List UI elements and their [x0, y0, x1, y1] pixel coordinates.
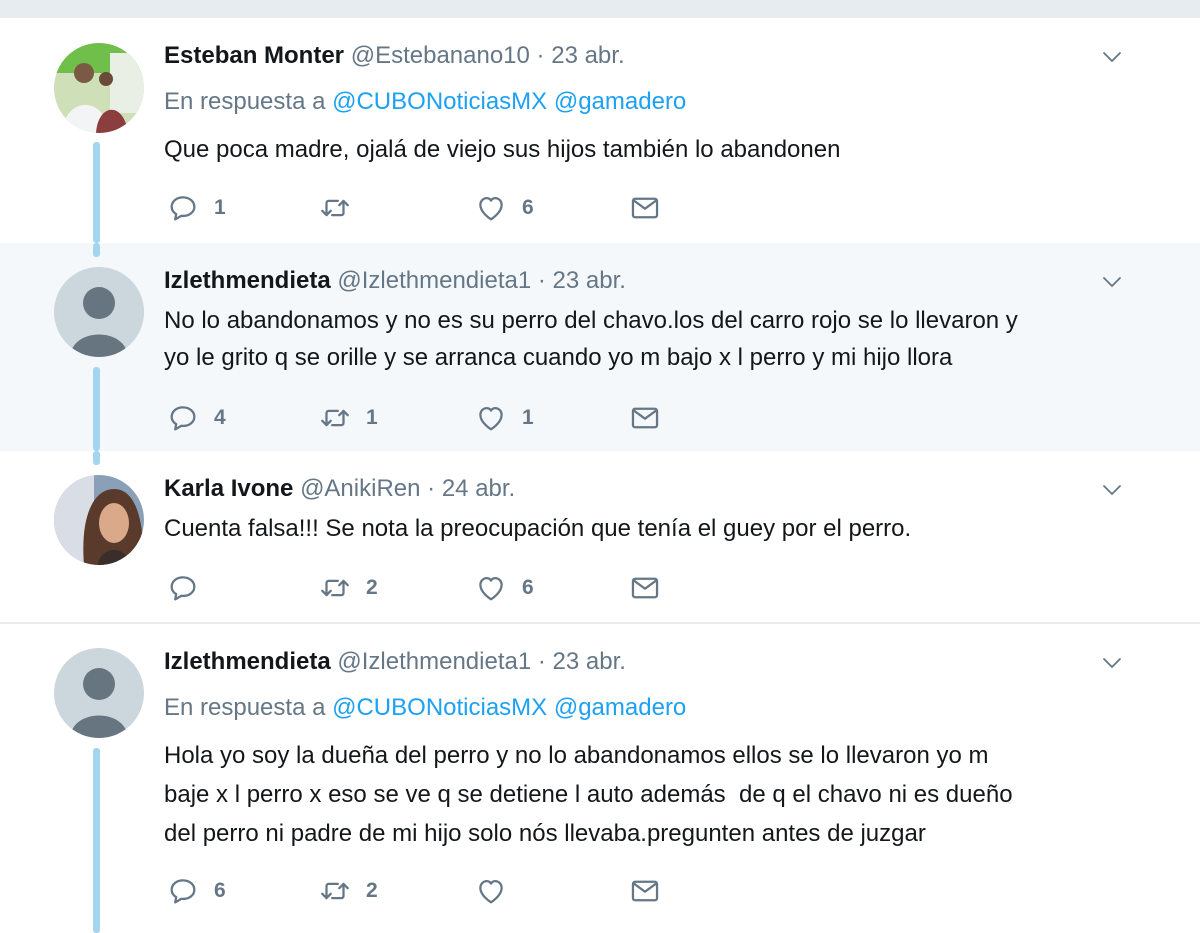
tweet-actions: 4 1 1 [164, 400, 684, 436]
tweet-header: Esteban Monter @Estebanano10 · 23 abr. [164, 42, 625, 70]
thread-connector [93, 451, 100, 465]
tweet-text: Hola yo soy la dueña del perro y no lo a… [164, 742, 1013, 847]
avatar[interactable] [54, 475, 144, 565]
heart-icon [474, 191, 508, 225]
avatar[interactable] [54, 43, 144, 133]
thread-connector [93, 748, 100, 933]
mention-link[interactable]: @CUBONoticiasMX [332, 694, 547, 721]
avatar[interactable] [54, 267, 144, 357]
reply-count: 1 [214, 196, 226, 219]
tweet-actions: 2 6 [164, 570, 684, 606]
envelope-icon [628, 571, 662, 605]
direct-message-button[interactable] [628, 400, 662, 436]
tweet-header: Karla Ivone @AnikiRen · 24 abr. [164, 475, 515, 503]
tweet-header: Izlethmendieta @Izlethmendieta1 · 23 abr… [164, 648, 626, 676]
reply-button[interactable]: 6 [166, 873, 226, 909]
heart-icon [474, 571, 508, 605]
separator: · [536, 42, 545, 69]
tweet-3[interactable]: Karla Ivone @AnikiRen · 24 abr. Cuenta f… [0, 451, 1200, 622]
avatar[interactable] [54, 648, 144, 738]
mention-link[interactable]: @gamadero [554, 88, 686, 115]
default-avatar-icon [54, 267, 144, 357]
thread-connector [93, 142, 100, 243]
mention-link[interactable]: @CUBONoticiasMX [332, 88, 547, 115]
author-handle[interactable]: @AnikiRen [300, 475, 420, 502]
tweet-2[interactable]: Izlethmendieta @Izlethmendieta1 · 23 abr… [0, 243, 1200, 451]
like-button[interactable]: 1 [474, 400, 534, 436]
retweet-icon [318, 874, 352, 908]
chevron-down-icon[interactable] [1100, 651, 1124, 675]
retweet-icon [318, 191, 352, 225]
envelope-icon [628, 401, 662, 435]
tweet-actions: 1 6 [164, 190, 684, 226]
like-count: 1 [522, 406, 534, 429]
direct-message-button[interactable] [628, 873, 662, 909]
mention-link[interactable]: @gamadero [554, 694, 686, 721]
thread-connector [93, 367, 100, 451]
retweet-count: 1 [366, 406, 378, 429]
tweet-text: Que poca madre, ojalá de viejo sus hijos… [164, 136, 841, 163]
retweet-button[interactable] [318, 190, 366, 226]
reply-button[interactable]: 1 [166, 190, 226, 226]
reply-button[interactable]: 4 [166, 400, 226, 436]
reply-context: En respuesta a @CUBONoticiasMX @gamadero [164, 694, 686, 722]
author-name[interactable]: Izlethmendieta [164, 267, 331, 294]
reply-button[interactable] [166, 570, 214, 606]
envelope-icon [628, 191, 662, 225]
reply-context: En respuesta a @CUBONoticiasMX @gamadero [164, 88, 686, 116]
reply-bubble-icon [166, 571, 200, 605]
reply-bubble-icon [166, 874, 200, 908]
retweet-button[interactable]: 2 [318, 873, 378, 909]
tweet-1[interactable]: Esteban Monter @Estebanano10 · 23 abr. E… [0, 18, 1200, 243]
thread-connector [93, 243, 100, 257]
reply-count: 4 [214, 406, 226, 429]
retweet-button[interactable]: 2 [318, 570, 378, 606]
chevron-down-icon[interactable] [1100, 45, 1124, 69]
tweet-actions: 6 2 [164, 873, 684, 909]
tweet-date[interactable]: 23 abr. [551, 42, 624, 69]
reply-prefix: En respuesta a [164, 694, 326, 721]
author-handle[interactable]: @Izlethmendieta1 [337, 648, 531, 675]
like-count: 6 [522, 576, 534, 599]
like-button[interactable] [474, 873, 522, 909]
like-count: 6 [522, 196, 534, 219]
tweet-date[interactable]: 24 abr. [442, 475, 515, 502]
reply-bubble-icon [166, 401, 200, 435]
tweet-date[interactable]: 23 abr. [553, 648, 626, 675]
like-button[interactable]: 6 [474, 570, 534, 606]
reply-prefix: En respuesta a [164, 88, 326, 115]
retweet-icon [318, 401, 352, 435]
heart-icon [474, 401, 508, 435]
reply-bubble-icon [166, 191, 200, 225]
author-name[interactable]: Izlethmendieta [164, 648, 331, 675]
top-strip [0, 0, 1200, 18]
retweet-icon [318, 571, 352, 605]
author-handle[interactable]: @Estebanano10 [351, 42, 530, 69]
author-name[interactable]: Esteban Monter [164, 42, 344, 69]
retweet-count: 2 [366, 879, 378, 902]
retweet-button[interactable]: 1 [318, 400, 378, 436]
default-avatar-icon [54, 648, 144, 738]
envelope-icon [628, 874, 662, 908]
retweet-count: 2 [366, 576, 378, 599]
like-button[interactable]: 6 [474, 190, 534, 226]
tweet-header: Izlethmendieta @Izlethmendieta1 · 23 abr… [164, 267, 626, 295]
separator: · [537, 648, 546, 675]
separator: · [427, 475, 436, 502]
tweet-text: Cuenta falsa!!! Se nota la preocupación … [164, 515, 912, 542]
tweet-date[interactable]: 23 abr. [553, 267, 626, 294]
direct-message-button[interactable] [628, 190, 662, 226]
chevron-down-icon[interactable] [1100, 270, 1124, 294]
author-handle[interactable]: @Izlethmendieta1 [337, 267, 531, 294]
direct-message-button[interactable] [628, 570, 662, 606]
reply-count: 6 [214, 879, 226, 902]
tweet-text: No lo abandonamos y no es su perro del c… [164, 307, 1018, 371]
chevron-down-icon[interactable] [1100, 478, 1124, 502]
author-name[interactable]: Karla Ivone [164, 475, 293, 502]
tweet-4[interactable]: Izlethmendieta @Izlethmendieta1 · 23 abr… [0, 624, 1200, 933]
separator: · [537, 267, 546, 294]
heart-icon [474, 874, 508, 908]
